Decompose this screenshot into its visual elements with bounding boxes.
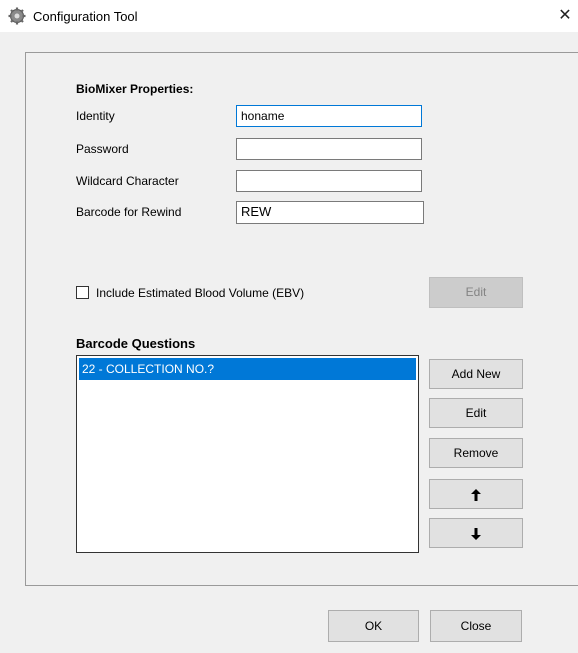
move-up-button[interactable] bbox=[429, 479, 523, 509]
list-item[interactable]: 22 - COLLECTION NO.? bbox=[79, 358, 416, 380]
barcode-questions-heading: Barcode Questions bbox=[76, 336, 196, 351]
password-field[interactable] bbox=[236, 138, 422, 160]
add-new-button[interactable]: Add New bbox=[429, 359, 523, 389]
biomixer-properties-heading: BioMixer Properties: bbox=[76, 82, 194, 96]
password-label: Password bbox=[76, 142, 129, 156]
rewind-field[interactable]: REW bbox=[236, 201, 424, 224]
ok-button[interactable]: OK bbox=[328, 610, 419, 642]
close-icon[interactable]: ✕ bbox=[556, 6, 574, 26]
gear-icon bbox=[8, 7, 26, 25]
rewind-label: Barcode for Rewind bbox=[76, 205, 182, 219]
close-button[interactable]: Close bbox=[430, 610, 522, 642]
wildcard-label: Wildcard Character bbox=[76, 174, 179, 188]
identity-label: Identity bbox=[76, 109, 115, 123]
move-down-button[interactable] bbox=[429, 518, 523, 548]
wildcard-field[interactable] bbox=[236, 170, 422, 192]
title-bar: Configuration Tool ✕ bbox=[0, 0, 578, 32]
identity-field[interactable]: honame bbox=[236, 105, 422, 127]
edit-question-button[interactable]: Edit bbox=[429, 398, 523, 428]
remove-button[interactable]: Remove bbox=[429, 438, 523, 468]
ebv-checkbox-label[interactable]: Include Estimated Blood Volume (EBV) bbox=[96, 286, 304, 300]
barcode-questions-list[interactable]: 22 - COLLECTION NO.? bbox=[76, 355, 419, 553]
arrow-up-icon bbox=[471, 488, 481, 501]
window-title: Configuration Tool bbox=[33, 9, 138, 24]
ebv-edit-button[interactable]: Edit bbox=[429, 277, 523, 308]
ebv-checkbox[interactable] bbox=[76, 286, 89, 299]
arrow-down-icon bbox=[471, 527, 481, 540]
